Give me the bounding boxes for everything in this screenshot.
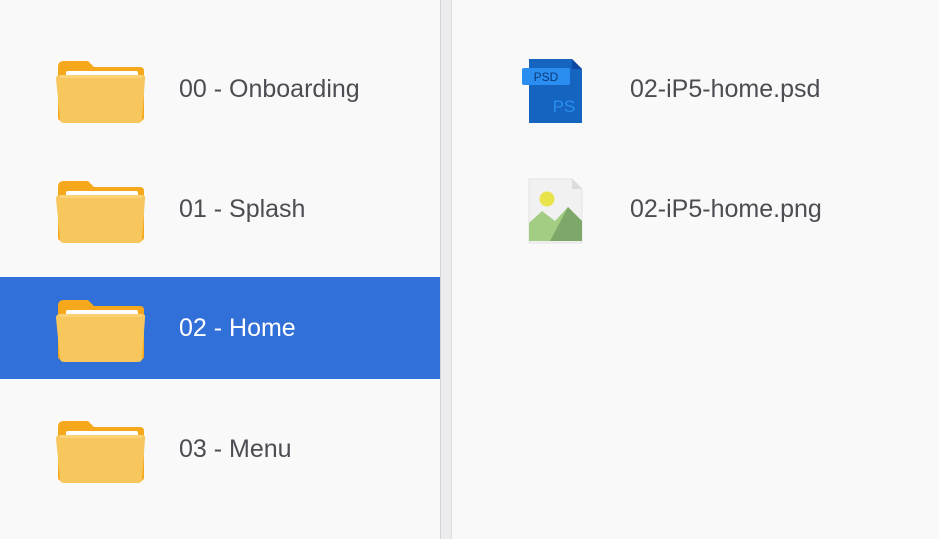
- psd-badge-text: PSD: [534, 70, 559, 84]
- folder-label: 01 - Splash: [179, 195, 306, 223]
- file-list-pane: PSD PS 02-iP5-home.psd 02-iP5-home.png: [452, 0, 939, 539]
- folder-label: 02 - Home: [179, 314, 296, 342]
- folder-icon: [56, 300, 146, 362]
- psd-file-icon: PSD PS: [522, 59, 582, 123]
- folder-item-splash[interactable]: 01 - Splash: [0, 158, 440, 260]
- file-label: 02-iP5-home.png: [630, 195, 822, 223]
- folder-icon: [56, 421, 146, 483]
- image-file-icon: [528, 178, 583, 244]
- folder-icon: [56, 181, 146, 243]
- pane-splitter[interactable]: [440, 0, 452, 539]
- file-item-psd[interactable]: PSD PS 02-iP5-home.psd: [452, 38, 939, 140]
- folder-label: 03 - Menu: [179, 435, 292, 463]
- ps-mark-text: PS: [553, 97, 576, 116]
- file-label: 02-iP5-home.psd: [630, 75, 821, 103]
- folder-list-pane: 00 - Onboarding 01 - Splash 02 - Home 03…: [0, 0, 440, 539]
- file-item-png[interactable]: 02-iP5-home.png: [452, 158, 939, 260]
- folder-label: 00 - Onboarding: [179, 75, 360, 103]
- folder-item-home[interactable]: 02 - Home: [0, 277, 440, 379]
- folder-item-menu[interactable]: 03 - Menu: [0, 398, 440, 500]
- folder-icon: [56, 61, 146, 123]
- folder-item-onboarding[interactable]: 00 - Onboarding: [0, 38, 440, 140]
